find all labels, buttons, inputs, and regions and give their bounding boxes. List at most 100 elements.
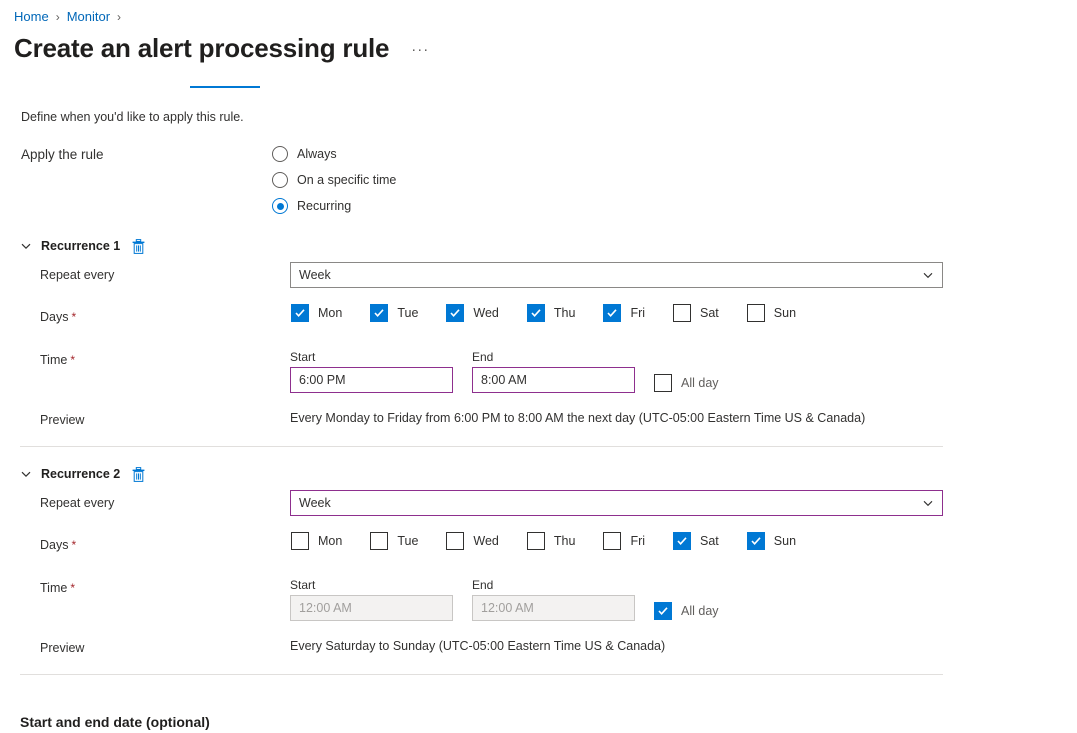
preview-text-2: Every Saturday to Sunday (UTC-05:00 East… [290,639,665,653]
radio-label: Recurring [297,199,351,213]
required-marker: * [70,581,75,595]
day-checkbox-sat[interactable]: Sat [673,532,719,550]
breadcrumb: Home › Monitor › [14,8,128,26]
intro-text: Define when you'd like to apply this rul… [21,110,244,124]
day-label: Wed [473,306,498,320]
recurrence-1-header[interactable]: Recurrence 1 [20,236,145,256]
radio-option-always[interactable]: Always [272,141,396,167]
radio-circle-icon [272,172,288,188]
radio-label: Always [297,147,337,161]
all-day-checkbox-2[interactable]: All day [654,602,719,620]
recurrence-2-header[interactable]: Recurrence 2 [20,464,145,484]
chevron-down-icon[interactable] [20,240,32,252]
checkbox-checked-icon [291,304,309,322]
day-label: Sat [700,306,719,320]
end-time-field-1: End [472,350,635,393]
checkbox-unchecked-icon [370,532,388,550]
day-checkbox-sun[interactable]: Sun [747,532,796,550]
end-time-caption: End [472,578,635,592]
chevron-right-icon: › [56,8,60,26]
day-checkbox-wed[interactable]: Wed [446,532,498,550]
active-tab-indicator[interactable] [190,86,260,88]
chevron-down-icon [922,497,934,509]
day-checkbox-tue[interactable]: Tue [370,304,418,322]
required-marker: * [71,310,76,324]
day-checkbox-thu[interactable]: Thu [527,304,576,322]
checkbox-unchecked-icon [673,304,691,322]
checkbox-checked-icon [446,304,464,322]
radio-circle-selected-icon [272,198,288,214]
start-time-caption: Start [290,578,453,592]
all-day-label: All day [681,604,719,618]
day-checkbox-mon[interactable]: Mon [291,532,342,550]
checkbox-unchecked-icon [527,532,545,550]
day-label: Fri [630,534,645,548]
trash-icon[interactable] [132,467,145,482]
days-label-1: Days* [40,310,76,324]
checkbox-unchecked-icon [446,532,464,550]
repeat-every-dropdown-1[interactable]: Week [290,262,943,288]
start-time-input-2 [290,595,453,621]
day-label: Fri [630,306,645,320]
section-divider [20,674,943,675]
end-time-input-1[interactable] [472,367,635,393]
trash-icon[interactable] [132,239,145,254]
day-label: Sat [700,534,719,548]
day-label: Tue [397,534,418,548]
required-marker: * [70,353,75,367]
all-day-label: All day [681,376,719,390]
day-checkbox-thu[interactable]: Thu [527,532,576,550]
day-label: Thu [554,306,576,320]
radio-option-on-a-specific-time[interactable]: On a specific time [272,167,396,193]
all-day-checkbox-1[interactable]: All day [654,374,719,392]
chevron-down-icon[interactable] [20,468,32,480]
repeat-every-value-2: Week [299,496,922,510]
preview-label-1: Preview [40,413,84,427]
checkbox-unchecked-icon [747,304,765,322]
breadcrumb-item-monitor[interactable]: Monitor [67,8,110,26]
day-label: Thu [554,534,576,548]
day-label: Wed [473,534,498,548]
day-label: Tue [397,306,418,320]
checkbox-checked-icon [747,532,765,550]
recurrence-1-title: Recurrence 1 [41,239,120,253]
page-header: Create an alert processing rule ··· [14,32,429,69]
repeat-every-value-1: Week [299,268,922,282]
day-label: Mon [318,306,342,320]
end-time-input-2 [472,595,635,621]
start-time-field-2: Start [290,578,453,621]
day-checkbox-wed[interactable]: Wed [446,304,498,322]
day-checkbox-tue[interactable]: Tue [370,532,418,550]
recurrence-2-title: Recurrence 2 [41,467,120,481]
radio-label: On a specific time [297,173,396,187]
day-checkbox-sat[interactable]: Sat [673,304,719,322]
day-checkbox-sun[interactable]: Sun [747,304,796,322]
checkbox-unchecked-icon [654,374,672,392]
day-checkbox-mon[interactable]: Mon [291,304,342,322]
preview-label-2: Preview [40,641,84,655]
day-checkbox-fri[interactable]: Fri [603,304,645,322]
day-checkbox-fri[interactable]: Fri [603,532,645,550]
chevron-down-icon [922,269,934,281]
checkbox-checked-icon [673,532,691,550]
start-time-caption: Start [290,350,453,364]
start-end-date-heading: Start and end date (optional) [20,714,210,730]
day-label: Sun [774,534,796,548]
section-divider [20,446,943,447]
time-label-2: Time* [40,581,75,595]
repeat-every-dropdown-2[interactable]: Week [290,490,943,516]
radio-circle-icon [272,146,288,162]
day-label: Mon [318,534,342,548]
checkbox-unchecked-icon [291,532,309,550]
apply-rule-label: Apply the rule [21,147,104,162]
time-label-1: Time* [40,353,75,367]
days-label-2: Days* [40,538,76,552]
end-time-caption: End [472,350,635,364]
end-time-field-2: End [472,578,635,621]
radio-option-recurring[interactable]: Recurring [272,193,396,219]
checkbox-unchecked-icon [603,532,621,550]
more-options-button[interactable]: ··· [411,34,429,66]
required-marker: * [71,538,76,552]
start-time-input-1[interactable] [290,367,453,393]
breadcrumb-item-home[interactable]: Home [14,8,49,26]
